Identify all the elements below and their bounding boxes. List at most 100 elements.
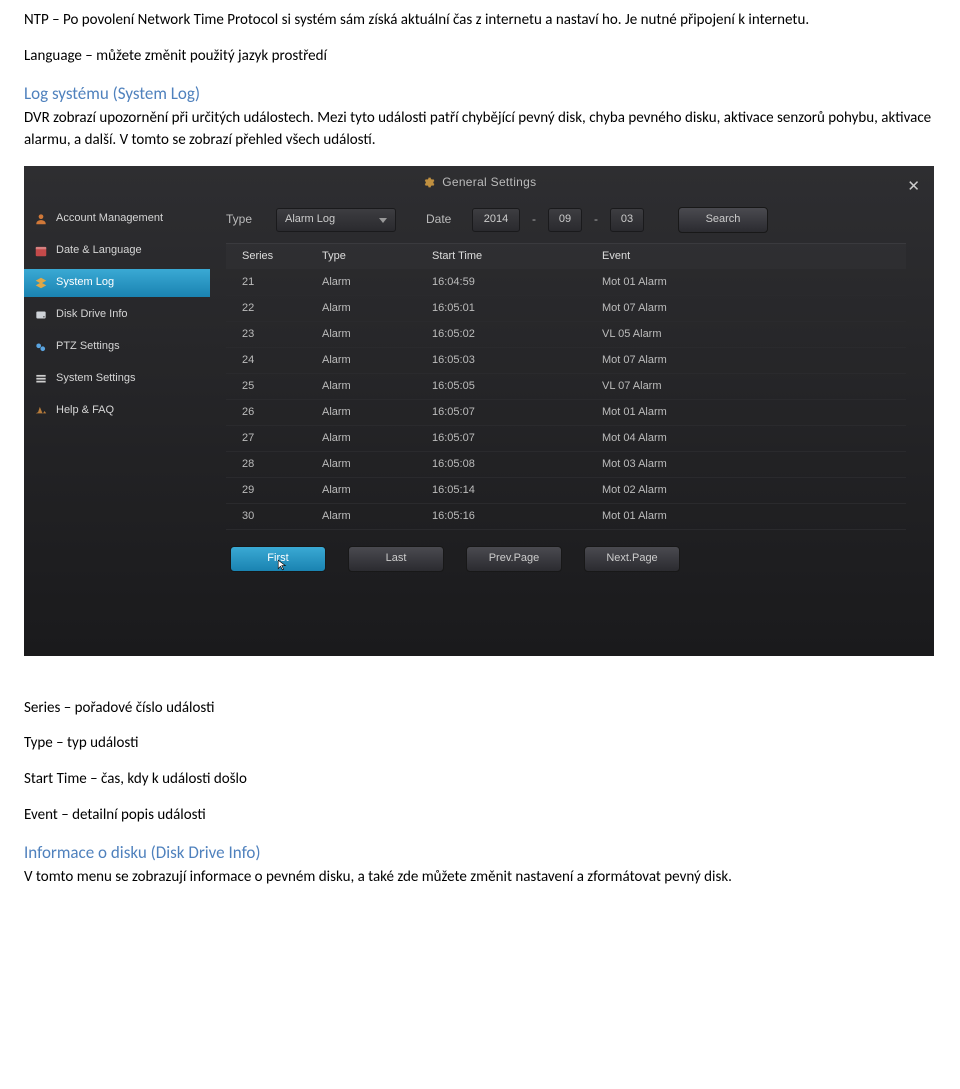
cell-series: 25 <box>242 379 322 395</box>
table-row[interactable]: 29Alarm16:05:14Mot 02 Alarm <box>226 478 906 504</box>
cell-type: Alarm <box>322 353 432 369</box>
cell-series: 24 <box>242 353 322 369</box>
cell-series: 29 <box>242 483 322 499</box>
date-day-select[interactable]: 03 <box>610 208 644 232</box>
table-row[interactable]: 21Alarm16:04:59Mot 01 Alarm <box>226 270 906 296</box>
cell-start: 16:05:16 <box>432 509 602 525</box>
cursor-icon <box>277 559 289 571</box>
heading-system-log: Log systému (System Log) <box>24 82 936 107</box>
table-row[interactable]: 24Alarm16:05:03Mot 07 Alarm <box>226 348 906 374</box>
cell-type: Alarm <box>322 509 432 525</box>
cell-series: 30 <box>242 509 322 525</box>
date-label: Date <box>426 211 462 228</box>
sidebar-item-help-faq[interactable]: Help & FAQ <box>24 397 210 425</box>
paragraph-system-log-desc: DVR zobrazí upozornění při určitých udál… <box>24 108 936 152</box>
cell-series: 27 <box>242 431 322 447</box>
sidebar-item-label: System Log <box>56 275 114 291</box>
sidebar-item-label: Disk Drive Info <box>56 307 128 323</box>
calendar-icon <box>34 244 48 258</box>
window-title: General Settings <box>24 166 934 203</box>
sidebar-item-system-settings[interactable]: System Settings <box>24 365 210 393</box>
cell-type: Alarm <box>322 405 432 421</box>
screenshot-general-settings: General Settings ✕ Account Management Dat… <box>24 166 934 656</box>
cell-series: 22 <box>242 301 322 317</box>
paragraph-series: Series – pořadové číslo události <box>24 698 936 720</box>
help-icon <box>34 404 48 418</box>
date-year-select[interactable]: 2014 <box>472 208 520 232</box>
next-page-button[interactable]: Next.Page <box>584 546 680 572</box>
cell-event: Mot 04 Alarm <box>602 431 906 447</box>
cell-type: Alarm <box>322 457 432 473</box>
cell-start: 16:05:07 <box>432 405 602 421</box>
sidebar-item-disk-drive-info[interactable]: Disk Drive Info <box>24 301 210 329</box>
gear-icon <box>422 176 435 189</box>
first-page-button[interactable]: First <box>230 546 326 572</box>
sidebar-item-account-management[interactable]: Account Management <box>24 205 210 233</box>
cell-start: 16:05:07 <box>432 431 602 447</box>
cell-series: 23 <box>242 327 322 343</box>
cell-type: Alarm <box>322 431 432 447</box>
table-row[interactable]: 26Alarm16:05:07Mot 01 Alarm <box>226 400 906 426</box>
window-title-text: General Settings <box>442 175 536 189</box>
type-label: Type <box>226 211 266 228</box>
cell-event: VL 05 Alarm <box>602 327 906 343</box>
paragraph-ntp: NTP – Po povolení Network Time Protocol … <box>24 10 936 32</box>
heading-disk-info: Informace o disku (Disk Drive Info) <box>24 841 936 866</box>
date-month-select[interactable]: 09 <box>548 208 582 232</box>
type-select-value: Alarm Log <box>285 212 335 228</box>
disk-icon <box>34 308 48 322</box>
cell-type: Alarm <box>322 301 432 317</box>
cell-event: Mot 01 Alarm <box>602 405 906 421</box>
ptz-icon <box>34 340 48 354</box>
sidebar-item-date-language[interactable]: Date & Language <box>24 237 210 265</box>
cell-event: Mot 01 Alarm <box>602 275 906 291</box>
table-row[interactable]: 22Alarm16:05:01Mot 07 Alarm <box>226 296 906 322</box>
sidebar: Account Management Date & Language System … <box>24 203 210 572</box>
close-button[interactable]: ✕ <box>907 176 920 198</box>
sidebar-item-label: Date & Language <box>56 243 142 259</box>
table-header: Series Type Start Time Event <box>226 244 906 270</box>
type-select[interactable]: Alarm Log <box>276 208 396 232</box>
cell-type: Alarm <box>322 379 432 395</box>
cell-type: Alarm <box>322 275 432 291</box>
table-row[interactable]: 25Alarm16:05:05VL 07 Alarm <box>226 374 906 400</box>
table-row[interactable]: 27Alarm16:05:07Mot 04 Alarm <box>226 426 906 452</box>
sidebar-item-ptz-settings[interactable]: PTZ Settings <box>24 333 210 361</box>
sidebar-item-label: Help & FAQ <box>56 403 114 419</box>
last-page-button[interactable]: Last <box>348 546 444 572</box>
paragraph-disk-info-desc: V tomto menu se zobrazují informace o pe… <box>24 867 936 889</box>
cell-event: Mot 02 Alarm <box>602 483 906 499</box>
table-row[interactable]: 30Alarm16:05:16Mot 01 Alarm <box>226 504 906 530</box>
log-table: Series Type Start Time Event 21Alarm16:0… <box>226 243 906 530</box>
filter-row: Type Alarm Log Date 2014 - 09 - 03 Searc… <box>226 207 906 233</box>
date-year-value: 2014 <box>484 212 508 228</box>
table-row[interactable]: 28Alarm16:05:08Mot 03 Alarm <box>226 452 906 478</box>
cell-start: 16:05:02 <box>432 327 602 343</box>
cell-start: 16:05:08 <box>432 457 602 473</box>
list-icon <box>34 372 48 386</box>
sidebar-item-label: Account Management <box>56 211 163 227</box>
paragraph-event: Event – detailní popis události <box>24 805 936 827</box>
layers-icon <box>34 276 48 290</box>
col-series: Series <box>242 249 322 265</box>
search-button[interactable]: Search <box>678 207 768 233</box>
main-panel: Type Alarm Log Date 2014 - 09 - 03 Searc… <box>210 203 934 572</box>
prev-page-button[interactable]: Prev.Page <box>466 546 562 572</box>
user-icon <box>34 212 48 226</box>
paragraph-language: Language – můžete změnit použitý jazyk p… <box>24 46 936 68</box>
table-row[interactable]: 23Alarm16:05:02VL 05 Alarm <box>226 322 906 348</box>
cell-start: 16:05:03 <box>432 353 602 369</box>
cell-start: 16:05:14 <box>432 483 602 499</box>
pager: First Last Prev.Page Next.Page <box>226 530 906 572</box>
cell-event: Mot 01 Alarm <box>602 509 906 525</box>
cell-series: 26 <box>242 405 322 421</box>
date-day-value: 03 <box>621 212 633 228</box>
sidebar-item-system-log[interactable]: System Log <box>24 269 210 297</box>
sidebar-item-label: PTZ Settings <box>56 339 120 355</box>
cell-start: 16:04:59 <box>432 275 602 291</box>
cell-series: 21 <box>242 275 322 291</box>
cell-event: Mot 03 Alarm <box>602 457 906 473</box>
chevron-down-icon <box>379 218 387 223</box>
cell-event: VL 07 Alarm <box>602 379 906 395</box>
date-month-value: 09 <box>559 212 571 228</box>
